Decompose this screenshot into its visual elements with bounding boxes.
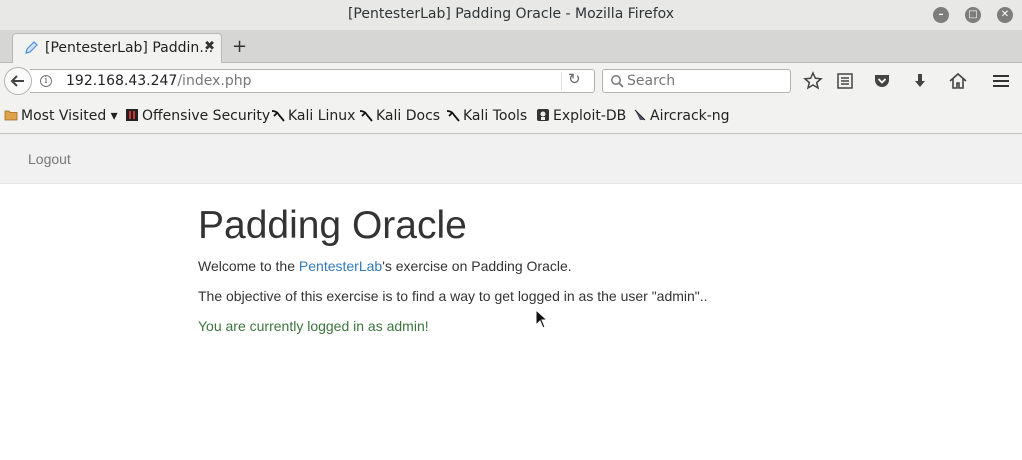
- close-window-icon[interactable]: ✕: [997, 7, 1013, 23]
- kali-dragon-icon: [359, 110, 373, 122]
- reload-icon[interactable]: ↻: [568, 70, 581, 88]
- kali-dragon-icon: [446, 110, 460, 122]
- site-navbar: Logout: [0, 134, 1022, 184]
- maximize-icon[interactable]: □: [965, 7, 981, 23]
- bookmark-exploit-db[interactable]: Exploit-DB: [536, 108, 626, 124]
- offensive-security-icon: [126, 109, 138, 121]
- login-status: You are currently logged in as admin!: [198, 318, 429, 334]
- back-button[interactable]: [4, 67, 32, 95]
- tab-label: [PentesterLab] Paddin…: [45, 40, 214, 56]
- pencil-icon: [25, 41, 38, 54]
- objective-text: The objective of this exercise is to fin…: [198, 288, 708, 304]
- download-icon[interactable]: [910, 71, 930, 91]
- minimize-icon[interactable]: –: [933, 7, 949, 23]
- close-tab-icon[interactable]: ✖: [204, 39, 215, 54]
- tab-pentesterlab[interactable]: [PentesterLab] Paddin… ✖: [12, 33, 222, 64]
- intro-text: Welcome to the PentesterLab's exercise o…: [198, 258, 572, 274]
- search-icon: [611, 75, 624, 88]
- reader-list-icon[interactable]: [835, 71, 855, 91]
- back-arrow-icon: [10, 75, 24, 87]
- pentesterlab-link[interactable]: PentesterLab: [299, 258, 382, 274]
- bookmark-star-icon[interactable]: [803, 71, 823, 91]
- tab-bar: [PentesterLab] Paddin… ✖ +: [0, 30, 1022, 64]
- bookmark-kali-linux[interactable]: Kali Linux: [271, 108, 355, 124]
- aircrack-icon: [634, 109, 646, 121]
- navigation-toolbar: i 192.168.43.247/index.php ↻: [0, 63, 1022, 99]
- pocket-icon[interactable]: [872, 71, 892, 91]
- window-title: [PentesterLab] Padding Oracle - Mozilla …: [347, 6, 675, 22]
- search-input[interactable]: [627, 72, 787, 90]
- bookmark-kali-docs[interactable]: Kali Docs: [359, 108, 440, 124]
- window-titlebar: [PentesterLab] Padding Oracle - Mozilla …: [0, 0, 1022, 30]
- home-icon[interactable]: [948, 71, 968, 91]
- menu-icon[interactable]: [991, 71, 1011, 91]
- bookmark-offensive-security[interactable]: Offensive Security: [125, 108, 270, 124]
- bookmarks-toolbar: Most Visited ▾ Offensive Security Kali L…: [0, 99, 1022, 134]
- url-text[interactable]: 192.168.43.247/index.php: [66, 73, 251, 89]
- url-bar[interactable]: i 192.168.43.247/index.php ↻: [30, 69, 595, 93]
- most-visited-menu[interactable]: Most Visited ▾: [4, 108, 118, 124]
- page-title: Padding Oracle: [198, 204, 467, 247]
- search-box[interactable]: [602, 69, 791, 93]
- exploit-db-icon: [537, 109, 549, 121]
- info-icon[interactable]: i: [40, 75, 52, 87]
- kali-dragon-icon: [271, 110, 285, 122]
- bookmark-kali-tools[interactable]: Kali Tools: [446, 108, 527, 124]
- new-tab-button[interactable]: +: [232, 36, 247, 57]
- logout-link[interactable]: Logout: [28, 151, 71, 167]
- mouse-cursor-icon: [535, 309, 549, 329]
- url-separator: [561, 72, 562, 90]
- folder-icon: [4, 110, 18, 121]
- bookmark-aircrack-ng[interactable]: Aircrack-ng: [633, 108, 730, 124]
